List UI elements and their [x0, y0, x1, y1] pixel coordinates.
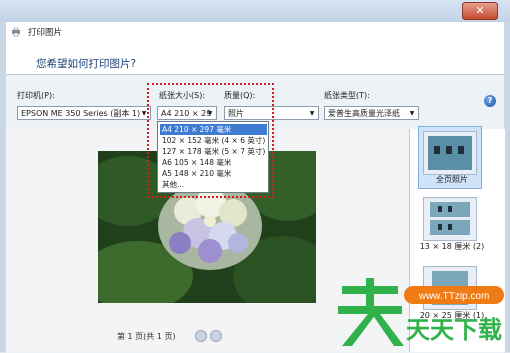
printer-icon — [12, 27, 20, 37]
chevron-down-icon: ▼ — [409, 110, 415, 117]
watermark-brand: 天天下载 — [406, 316, 502, 344]
page-indicator: 第 1 页(共 1 页) — [117, 332, 176, 341]
printer-select[interactable]: EPSON ME 350 Series (副本 1) ▼ — [17, 106, 151, 120]
printer-label: 打印机(P): — [17, 91, 55, 100]
paper-type-select-value: 爱普生高质量光泽纸 — [328, 109, 400, 118]
next-page-button[interactable] — [210, 330, 222, 342]
watermark-url: www.TTzip.com — [418, 291, 490, 302]
layout-thumbnail-full-page[interactable] — [423, 131, 477, 175]
close-button[interactable]: ✕ — [462, 2, 498, 20]
layout-preview-image — [428, 136, 472, 170]
paper-type-select[interactable]: 爱普生高质量光泽纸 ▼ — [324, 106, 419, 120]
dialog-title: 打印图片 — [28, 28, 63, 38]
layout-thumbnail-13x18[interactable] — [423, 197, 477, 241]
chevron-down-icon: ▼ — [309, 110, 315, 117]
printer-select-value: EPSON ME 350 Series (副本 1) — [21, 109, 141, 118]
layout-label-13x18: 13 × 18 厘米 (2) — [419, 242, 485, 251]
highlight-annotation-box — [147, 83, 274, 198]
paper-type-label: 纸张类型(T): — [324, 91, 370, 100]
page-heading: 您希望如何打印图片? — [36, 58, 137, 70]
help-icon[interactable]: ? — [484, 95, 496, 107]
print-pictures-window: ✕ 打印图片 您希望如何打印图片? 打印机(P): EPSON ME 350 S… — [0, 0, 510, 353]
site-watermark-logo: www.TTzip.com 天天下载 — [338, 278, 504, 346]
dialog-header: 打印图片 您希望如何打印图片? — [6, 22, 504, 74]
layout-preview-image — [430, 202, 470, 235]
previous-page-button[interactable] — [195, 330, 207, 342]
title-bar: ✕ — [0, 0, 510, 22]
layout-label-full-page: 全页照片 — [436, 175, 468, 184]
